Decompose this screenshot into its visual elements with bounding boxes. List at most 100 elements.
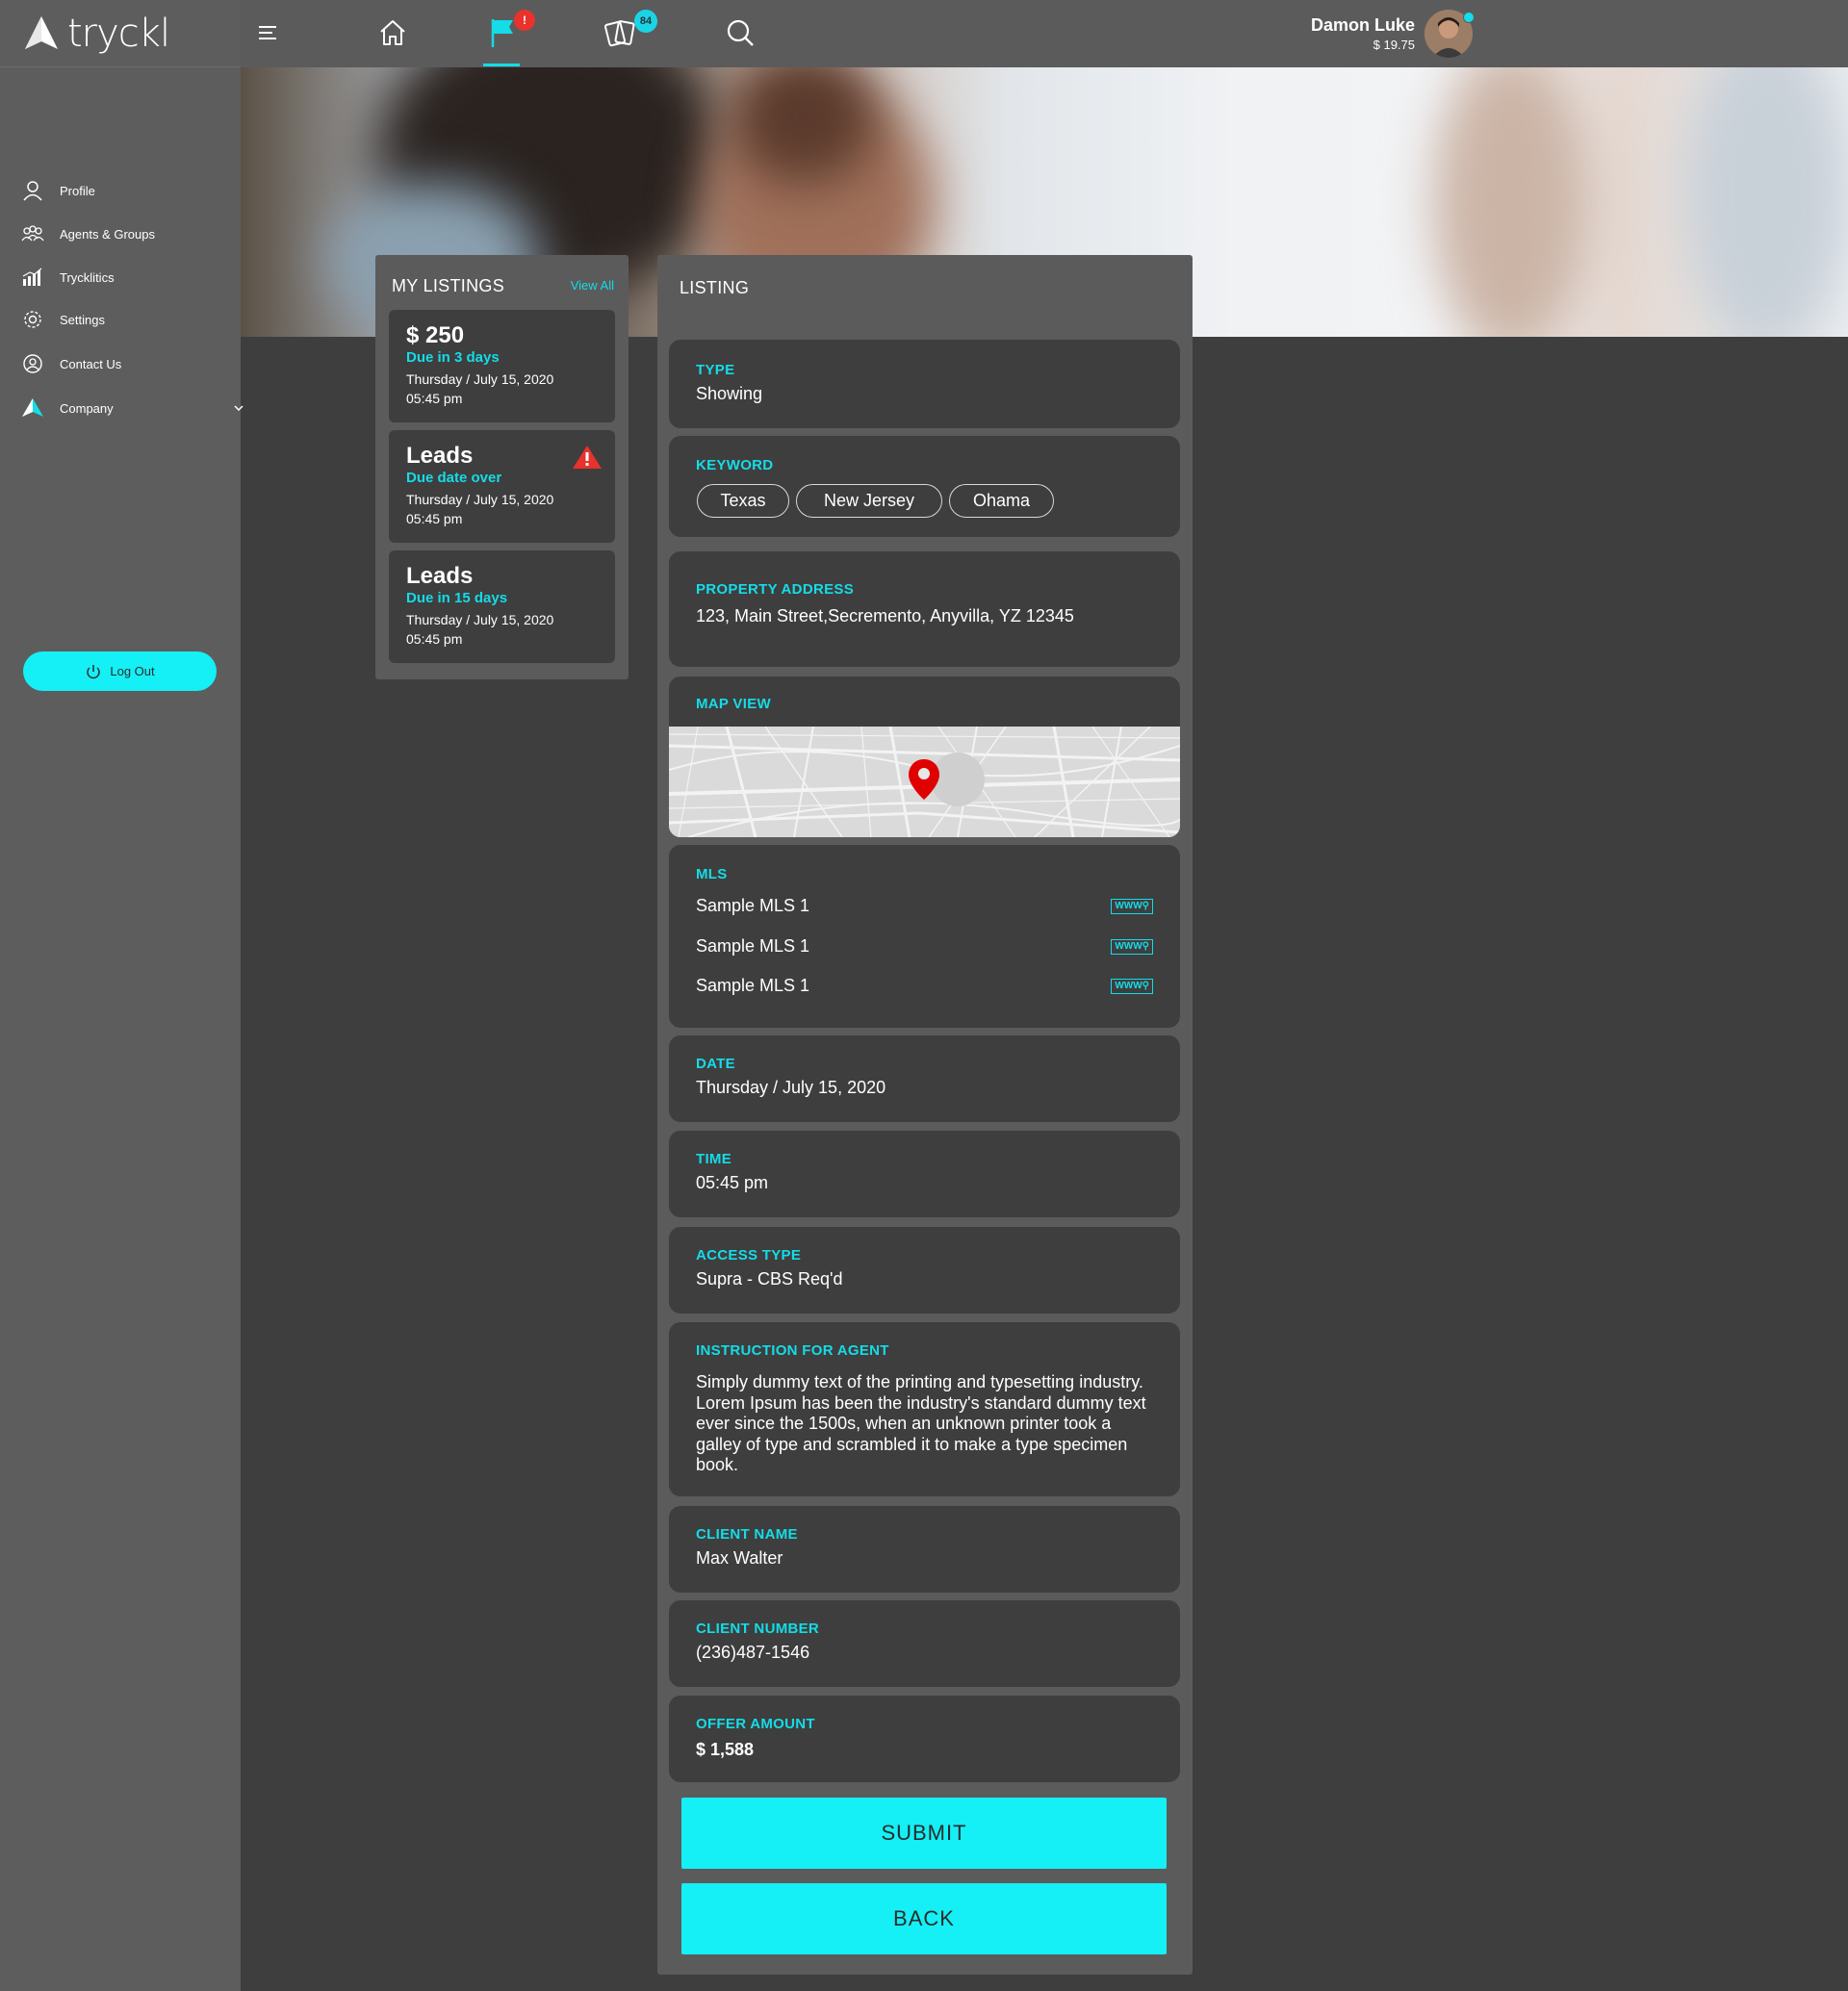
logout-label: Log Out: [110, 664, 155, 678]
power-icon: [87, 664, 101, 678]
gear-icon: [24, 311, 41, 328]
sidebar-item-agents-groups[interactable]: Agents & Groups: [21, 223, 155, 244]
map-view[interactable]: [669, 727, 1180, 837]
keyword-chip[interactable]: New Jersey: [796, 484, 942, 518]
listing-card-title: $ 250: [406, 322, 465, 348]
field-label: DATE: [696, 1056, 735, 1072]
bar-chart-icon: [22, 268, 42, 286]
sidebar-item-trycklitics[interactable]: Trycklitics: [21, 267, 115, 288]
home-icon: [380, 20, 405, 45]
field-label: TYPE: [696, 362, 735, 378]
field-value: $ 1,588: [696, 1740, 755, 1759]
access-type-field: ACCESS TYPE Supra - CBS Req'd: [669, 1227, 1180, 1314]
sidebar-item-label: Trycklitics: [60, 269, 115, 285]
cards-button[interactable]: 84: [602, 10, 657, 52]
date-field: DATE Thursday / July 15, 2020: [669, 1035, 1180, 1122]
panel-title: LISTING: [680, 278, 750, 297]
sidebar-item-label: Settings: [60, 312, 105, 327]
listing-card[interactable]: Leads Due in 15 days Thursday / July 15,…: [389, 550, 615, 663]
mls-row[interactable]: Sample MLS 1 WWW ⚲: [696, 976, 1153, 996]
field-label: INSTRUCTION FOR AGENT: [696, 1342, 889, 1359]
property-address-field: PROPERTY ADDRESS 123, Main Street,Secrem…: [669, 551, 1180, 667]
map-view-field: MAP VIEW: [669, 676, 1180, 837]
time-field: TIME 05:45 pm: [669, 1131, 1180, 1217]
listing-card[interactable]: $ 250 Due in 3 days Thursday / July 15, …: [389, 310, 615, 422]
field-label: TIME: [696, 1151, 732, 1167]
panel-title: MY LISTINGS: [392, 276, 504, 295]
instruction-field: INSTRUCTION FOR AGENT Simply dummy text …: [669, 1322, 1180, 1496]
field-value: Showing: [696, 384, 763, 403]
instruction-text: Simply dummy text of the printing and ty…: [696, 1372, 1146, 1474]
chevron-down-icon: [234, 405, 244, 412]
field-value: 123, Main Street,Secremento, Anyvilla, Y…: [696, 606, 1074, 625]
search-icon: [727, 19, 754, 46]
menu-button[interactable]: [248, 13, 287, 52]
mls-name: Sample MLS 1: [696, 896, 810, 915]
client-number-field: CLIENT NUMBER (236)487-1546: [669, 1600, 1180, 1687]
listing-card-time: 05:45 pm: [406, 631, 463, 647]
listing-card-date: Thursday / July 15, 2020: [406, 492, 554, 507]
sidebar-item-company[interactable]: Company: [21, 397, 244, 419]
flag-badge: !: [514, 10, 535, 31]
listings-tab-button[interactable]: !: [483, 10, 535, 52]
hamburger-icon: [259, 26, 276, 39]
sidebar-item-profile[interactable]: Profile: [21, 180, 95, 201]
listing-panel: LISTING TYPE Showing KEYWORD Texas New J…: [657, 255, 1193, 1975]
www-search-icon[interactable]: WWW ⚲: [1111, 978, 1153, 994]
field-label: KEYWORD: [696, 457, 774, 473]
client-name-field: CLIENT NAME Max Walter: [669, 1506, 1180, 1593]
user-balance: $ 19.75: [1373, 38, 1415, 52]
field-label: ACCESS TYPE: [696, 1247, 802, 1264]
user-info[interactable]: Damon Luke $ 19.75: [1311, 15, 1415, 52]
map-pin-icon: [909, 759, 939, 800]
logout-button[interactable]: Log Out: [23, 651, 217, 691]
search-button[interactable]: [721, 13, 759, 52]
field-label: MLS: [696, 866, 728, 882]
sidebar-item-label: Profile: [60, 183, 95, 198]
www-search-icon[interactable]: WWW ⚲: [1111, 898, 1153, 914]
warning-icon: [573, 446, 602, 469]
sidebar-item-label: Agents & Groups: [60, 226, 155, 242]
mls-row[interactable]: Sample MLS 1 WWW ⚲: [696, 896, 1153, 916]
keyword-field: KEYWORD Texas New Jersey Ohama: [669, 436, 1180, 537]
flag-icon: [491, 19, 513, 47]
listing-card-due: Due in 3 days: [406, 349, 500, 366]
keyword-chip[interactable]: Ohama: [949, 484, 1054, 518]
home-button[interactable]: [373, 13, 412, 52]
listing-card-title: Leads: [406, 443, 474, 469]
mls-row[interactable]: Sample MLS 1 WWW ⚲: [696, 936, 1153, 957]
keyword-chip[interactable]: Texas: [697, 484, 789, 518]
brand[interactable]: tryckl: [0, 0, 241, 67]
listing-card-time: 05:45 pm: [406, 391, 463, 406]
listing-card-date: Thursday / July 15, 2020: [406, 371, 554, 387]
tryckl-logo-icon: [25, 15, 58, 49]
www-search-icon[interactable]: WWW ⚲: [1111, 938, 1153, 955]
offer-amount-field: OFFER AMOUNT $ 1,588: [669, 1696, 1180, 1782]
field-label: OFFER AMOUNT: [696, 1716, 815, 1732]
active-tab-indicator: [483, 64, 520, 66]
user-name: Damon Luke: [1310, 15, 1415, 35]
mls-name: Sample MLS 1: [696, 976, 810, 995]
sidebar-item-label: Contact Us: [60, 356, 122, 371]
person-icon: [23, 181, 42, 201]
field-value: 05:45 pm: [696, 1173, 769, 1192]
sidebar-item-contact-us[interactable]: Contact Us: [21, 353, 121, 374]
back-button[interactable]: BACK: [681, 1883, 1167, 1954]
view-all-link[interactable]: View All: [571, 278, 614, 293]
field-label: CLIENT NAME: [696, 1526, 798, 1543]
mls-field: MLS Sample MLS 1 WWW ⚲ Sample MLS 1 WWW ⚲ …: [669, 845, 1180, 1028]
sidebar-item-label: Company: [60, 400, 114, 416]
field-value: Max Walter: [696, 1548, 783, 1568]
listing-card[interactable]: Leads Due date over Thursday / July 15, …: [389, 430, 615, 543]
listing-card-date: Thursday / July 15, 2020: [406, 612, 554, 627]
type-field: TYPE Showing: [669, 340, 1180, 428]
group-icon: [21, 225, 44, 242]
listing-card-title: Leads: [406, 563, 474, 589]
field-label: PROPERTY ADDRESS: [696, 581, 854, 598]
top-bar: tryckl ! 84 Damon Luke $ 19.75: [0, 0, 1848, 67]
submit-button[interactable]: SUBMIT: [681, 1798, 1167, 1869]
brand-name: tryckl: [67, 11, 170, 56]
sidebar: Profile Agents & Groups Trycklitics Sett…: [0, 67, 244, 1991]
mls-name: Sample MLS 1: [696, 936, 810, 956]
sidebar-item-settings[interactable]: Settings: [21, 309, 105, 330]
